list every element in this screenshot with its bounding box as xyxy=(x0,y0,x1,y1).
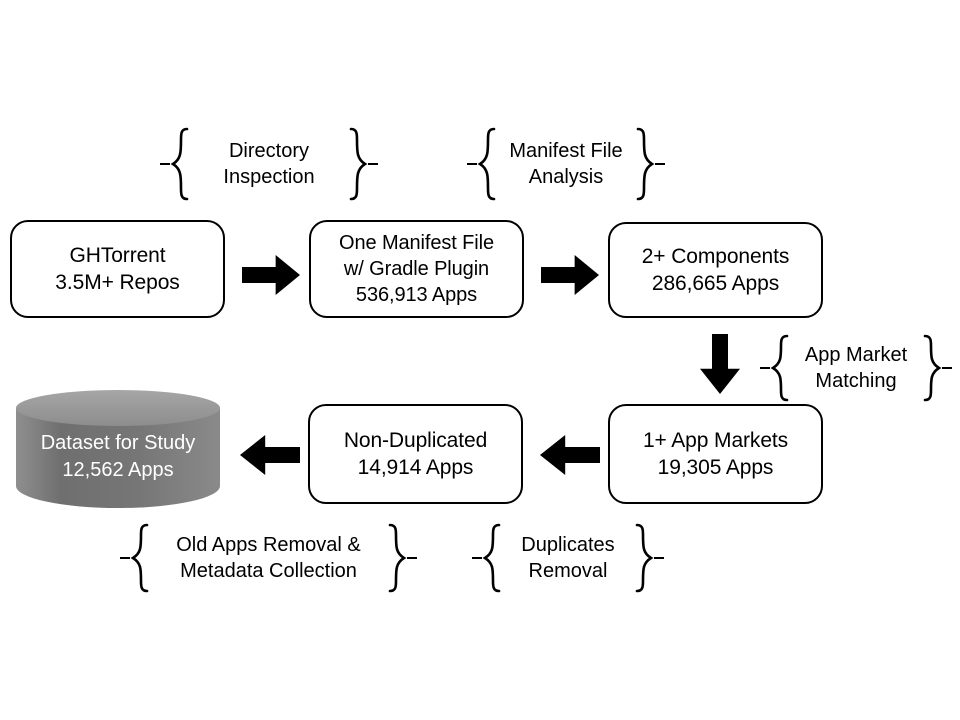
arrow-nonduplicated-to-dataset xyxy=(240,435,300,475)
annotation-old-apps-removal-label: Old Apps Removal & Metadata Collection xyxy=(176,533,361,582)
brace-right-tick-icon xyxy=(407,556,417,560)
brace-left-tick-icon xyxy=(472,556,482,560)
node-dataset-for-study-label: Dataset for Study 12,562 Apps xyxy=(16,430,220,484)
node-dataset-for-study-line-1: Dataset for Study xyxy=(40,432,196,454)
right-curly-brace-icon xyxy=(349,127,368,201)
right-curly-brace-icon xyxy=(635,523,654,593)
right-curly-brace-icon xyxy=(923,334,942,402)
right-curly-brace-icon xyxy=(636,127,655,201)
node-non-duplicated[interactable]: Non-Duplicated 14,914 Apps xyxy=(308,404,523,504)
node-non-duplicated-line-2: 14,914 Apps xyxy=(357,456,474,479)
node-ghtorrent-line-2: 3.5M+ Repos xyxy=(55,271,180,294)
arrow-manifest-to-components xyxy=(541,255,599,295)
annotation-directory-inspection: Directory Inspection xyxy=(160,126,378,202)
left-curly-brace-icon xyxy=(477,127,496,201)
arrow-components-to-markets xyxy=(700,334,740,394)
brace-left-tick-icon xyxy=(760,366,770,370)
annotation-app-market-matching: App Market Matching xyxy=(760,333,952,403)
brace-right-tick-icon xyxy=(655,162,665,166)
node-dataset-for-study-line-2: 12,562 Apps xyxy=(62,459,174,481)
annotation-manifest-file-analysis: Manifest File Analysis xyxy=(467,126,665,202)
cylinder-top-ellipse xyxy=(16,390,220,426)
node-ghtorrent[interactable]: GHTorrent 3.5M+ Repos xyxy=(10,220,225,318)
node-non-duplicated-line-1: Non-Duplicated xyxy=(343,428,488,452)
annotation-directory-inspection-label: Directory Inspection xyxy=(223,139,315,188)
annotation-duplicates-removal: Duplicates Removal xyxy=(472,522,664,594)
node-two-plus-components-line-1: 2+ Components xyxy=(641,244,790,268)
annotation-app-market-matching-label: App Market Matching xyxy=(804,343,908,392)
left-curly-brace-icon xyxy=(770,334,789,402)
left-curly-brace-icon xyxy=(130,523,149,593)
arrow-markets-to-nonduplicated xyxy=(540,435,600,475)
node-ghtorrent-line-1: GHTorrent xyxy=(69,243,166,267)
node-one-manifest-file-line-3: 536,913 Apps xyxy=(355,284,478,306)
brace-right-tick-icon xyxy=(942,366,952,370)
annotation-old-apps-removal: Old Apps Removal & Metadata Collection xyxy=(120,522,417,594)
brace-left-tick-icon xyxy=(467,162,477,166)
node-two-plus-components-line-2: 286,665 Apps xyxy=(651,272,780,295)
flowchart-canvas: Directory Inspection Manifest File Analy… xyxy=(0,0,960,720)
node-two-plus-components[interactable]: 2+ Components 286,665 Apps xyxy=(608,222,823,318)
brace-right-tick-icon xyxy=(368,162,378,166)
node-one-manifest-file[interactable]: One Manifest File w/ Gradle Plugin 536,9… xyxy=(309,220,524,318)
node-one-manifest-file-line-1: One Manifest File xyxy=(338,232,495,254)
left-curly-brace-icon xyxy=(170,127,189,201)
brace-left-tick-icon xyxy=(120,556,130,560)
node-dataset-for-study[interactable]: Dataset for Study 12,562 Apps xyxy=(16,390,220,508)
right-curly-brace-icon xyxy=(388,523,407,593)
annotation-manifest-file-analysis-label: Manifest File Analysis xyxy=(509,139,623,188)
arrow-ghtorrent-to-manifest xyxy=(242,255,300,295)
annotation-duplicates-removal-label: Duplicates Removal xyxy=(521,533,615,582)
brace-right-tick-icon xyxy=(654,556,664,560)
node-one-plus-app-markets-line-1: 1+ App Markets xyxy=(642,428,789,452)
node-one-plus-app-markets[interactable]: 1+ App Markets 19,305 Apps xyxy=(608,404,823,504)
node-one-plus-app-markets-line-2: 19,305 Apps xyxy=(657,456,774,479)
brace-left-tick-icon xyxy=(160,162,170,166)
node-one-manifest-file-line-2: w/ Gradle Plugin xyxy=(343,258,490,280)
left-curly-brace-icon xyxy=(482,523,501,593)
